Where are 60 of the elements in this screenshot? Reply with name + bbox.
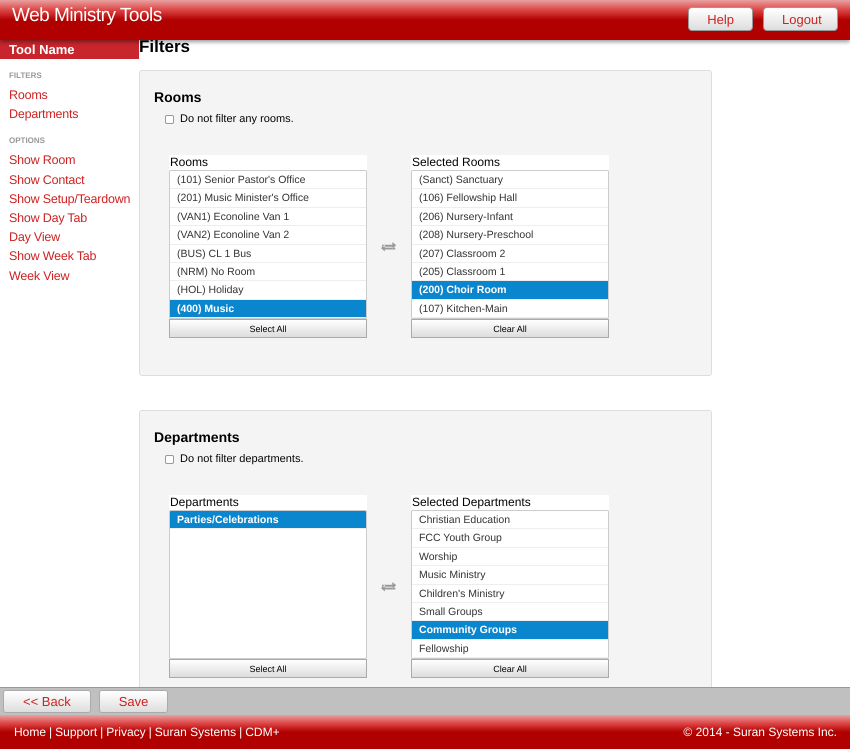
footer-link[interactable]: CDM+ — [245, 725, 280, 739]
logout-button[interactable]: Logout — [763, 7, 838, 31]
list-item[interactable]: (Sanct) Sanctuary — [412, 171, 608, 190]
list-box[interactable]: (Sanct) Sanctuary (106) Fellowship Hall (206) Nursery-Infant (208) Nursery-Preschool (207) Classroom 2 (205) Classroom 1 (200) Choir Room (107) Kitchen-Main — [411, 170, 609, 319]
footer-link[interactable]: Support — [55, 725, 98, 739]
sidebar-link[interactable]: Show Day Tab — [0, 209, 139, 228]
list-item[interactable]: (BUS) CL 1 Bus — [170, 244, 366, 263]
list-label: Selected Departments — [411, 495, 609, 510]
list-label: Rooms — [169, 155, 367, 170]
sidebar-link[interactable]: Show Room — [0, 151, 139, 171]
sidebar-link[interactable]: Show Contact — [0, 170, 139, 190]
separator: | — [100, 725, 104, 739]
list-item[interactable]: Children's Ministry — [412, 584, 608, 603]
sidebar-link[interactable]: Departments — [0, 105, 139, 124]
list-item[interactable]: Community Groups — [412, 621, 608, 640]
copyright: © 2014 - Suran Systems Inc. — [683, 725, 837, 739]
sidebar-link[interactable]: Week View — [0, 266, 139, 286]
sidebar-link[interactable]: Show Setup/Teardown — [0, 190, 139, 210]
list-item[interactable]: (101) Senior Pastor's Office — [170, 171, 366, 190]
clear-all-button[interactable]: Clear All — [411, 659, 609, 678]
select-all-button[interactable]: Select All — [169, 319, 367, 338]
list-label: Selected Rooms — [411, 155, 609, 170]
list-box[interactable]: Parties/Celebrations — [169, 510, 367, 659]
help-button[interactable]: Help — [688, 7, 753, 31]
checkbox[interactable] — [165, 454, 174, 464]
swap-icon[interactable] — [381, 241, 397, 252]
footer-link[interactable]: Suran Systems — [154, 725, 236, 739]
back-button[interactable]: << Back — [3, 690, 91, 713]
checkbox-label: Do not filter departments. — [180, 453, 304, 465]
select-all-button[interactable]: Select All — [169, 659, 367, 678]
footer-link[interactable]: Home — [14, 725, 46, 739]
clear-all-button[interactable]: Clear All — [411, 319, 609, 338]
checkbox[interactable] — [165, 114, 174, 124]
list-label: Departments — [169, 495, 367, 510]
list-item[interactable]: (400) Music — [170, 300, 366, 318]
panel-title: Departments — [154, 429, 241, 445]
save-button[interactable]: Save — [98, 690, 168, 713]
list-item[interactable]: (200) Choir Room — [412, 281, 608, 300]
tool-name: Tool Name — [0, 40, 139, 59]
list-item[interactable]: (107) Kitchen-Main — [412, 300, 608, 318]
separator: | — [49, 725, 52, 739]
sidebar-link[interactable]: Day View — [0, 228, 139, 248]
app-title: Web Ministry Tools — [12, 5, 162, 27]
sidebar-link[interactable]: Show Week Tab — [0, 247, 139, 267]
separator: | — [148, 725, 152, 739]
footer-link[interactable]: Privacy — [106, 725, 146, 739]
list-item[interactable]: Fellowship — [412, 640, 608, 658]
list-item[interactable]: Christian Education — [412, 511, 608, 530]
panel-title: Rooms — [154, 89, 202, 105]
list-box[interactable]: (101) Senior Pastor's Office (201) Music Minister's Office (VAN1) Econoline Van 1 (VAN2) Econoline Van 2 (BUS) CL 1 Bus (NRM) No Room (HOL) Holiday (400) Music — [169, 170, 367, 319]
list-box[interactable]: Christian Education FCC Youth Group Worship Music Ministry Children's Ministry Small Groups Community Groups Fellowship — [411, 510, 609, 659]
checkbox-label: Do not filter any rooms. — [180, 113, 294, 125]
sidebar-heading: OPTIONS — [8, 136, 46, 146]
page-title: Filters — [139, 40, 192, 56]
list-item[interactable]: Parties/Celebrations — [170, 511, 366, 530]
sidebar-heading: FILTERS — [8, 71, 43, 80]
swap-icon[interactable] — [381, 581, 397, 592]
list-item[interactable]: (207) Classroom 2 — [412, 244, 608, 263]
sidebar-link[interactable]: Rooms — [0, 86, 139, 106]
separator: | — [239, 725, 242, 739]
